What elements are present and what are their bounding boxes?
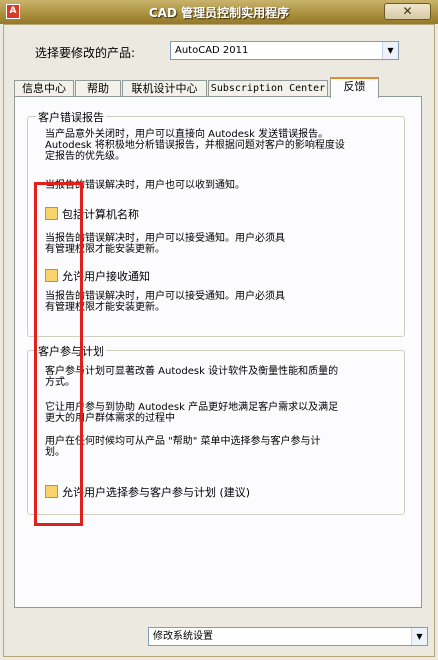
tab-info-center[interactable]: 信息中心 [14, 80, 74, 97]
tab-online-design-center[interactable]: 联机设计中心 [122, 80, 207, 97]
error-report-title: 客户错误报告 [36, 109, 106, 125]
cip-participate-label[interactable]: 允许用户选择参与客户参与计划 (建议) [62, 484, 250, 500]
tab-feedback[interactable]: 反馈 [330, 77, 379, 98]
title-bar: A CAD 管理员控制实用程序 ✕ [0, 0, 438, 24]
chevron-down-icon[interactable]: ▼ [411, 628, 427, 645]
cip-paragraph-2: 它让用户参与到协助 Autodesk 产品更好地满足客户需求以及满足 更大的用户… [45, 402, 339, 424]
footer-settings-select[interactable]: 修改系统设置 ▼ [148, 627, 428, 646]
annotation-highlight-box [34, 182, 83, 526]
chevron-down-icon[interactable]: ▼ [382, 42, 398, 59]
tab-subscription-center[interactable]: Subscription Center [208, 80, 328, 97]
error-report-intro: 当产品意外关闭时，用户可以直接向 Autodesk 发送错误报告。 Autode… [45, 129, 345, 162]
product-label: 选择要修改的产品: [35, 46, 136, 60]
tab-help[interactable]: 帮助 [75, 80, 121, 97]
close-button[interactable]: ✕ [384, 3, 431, 20]
window-title: CAD 管理员控制实用程序 [148, 6, 290, 20]
product-select[interactable]: AutoCAD 2011 ▼ [170, 41, 399, 60]
product-select-value: AutoCAD 2011 [175, 45, 249, 56]
cip-paragraph-3: 用户在任何时候均可从产品 "帮助" 菜单中选择参与客户参与计 划。 [45, 436, 321, 458]
cip-paragraph-1: 客户参与计划可显著改善 Autodesk 设计软件及衡量性能和质量的 方式。 [45, 366, 339, 388]
footer-select-value: 修改系统设置 [153, 631, 213, 642]
